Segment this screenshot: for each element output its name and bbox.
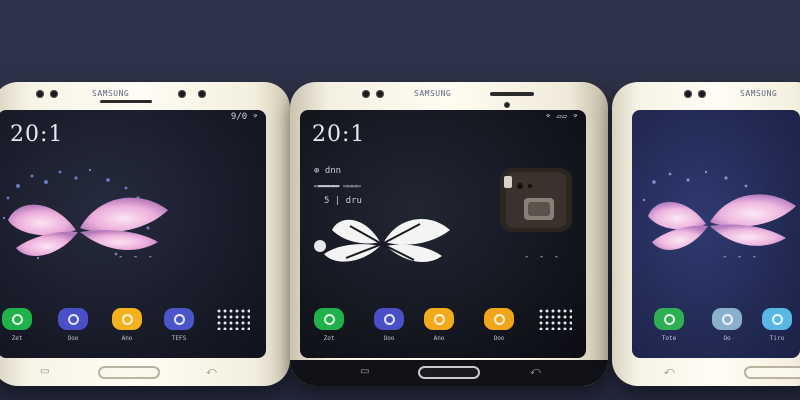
- front-camera-icon: [684, 90, 692, 98]
- camera-app-icon[interactable]: [484, 308, 514, 330]
- front-camera-icon: [362, 90, 370, 98]
- earpiece: [490, 92, 534, 96]
- info-line: ▭▬▬▬▬▬ ▭▭▭▭: [314, 182, 361, 190]
- apps-grid-icon[interactable]: [216, 308, 250, 330]
- messages-app-icon[interactable]: [424, 308, 454, 330]
- back-icon[interactable]: ⤺: [664, 366, 675, 377]
- app-label: TEFS: [171, 335, 187, 342]
- lock-clock: 20:1: [312, 122, 366, 147]
- phone-app-icon[interactable]: [314, 308, 344, 330]
- contacts-app-icon[interactable]: [374, 308, 404, 330]
- app-label: Tote: [661, 335, 677, 342]
- home-button[interactable]: [98, 366, 160, 379]
- sensor-icon: [50, 90, 58, 98]
- earpiece: [100, 100, 152, 103]
- flower-wallpaper-icon: [314, 218, 450, 262]
- status-bar: ⌔ ▱▱ ⌔: [545, 112, 578, 122]
- app-label: Ooo: [67, 335, 79, 342]
- brand-label: SAMSUNG: [92, 89, 130, 98]
- page-indicator: - - -: [524, 252, 562, 262]
- phone-right-screen: - - - Tote Oo Tiro: [632, 110, 800, 358]
- phone-right: SAMSUNG - - - Tote Oo Tiro ⤺: [612, 82, 800, 386]
- weather-line: 5 | dru: [324, 196, 362, 206]
- front-camera-icon: [198, 90, 206, 98]
- brand-label: SAMSUNG: [740, 89, 778, 98]
- apps-grid-icon[interactable]: [538, 308, 572, 330]
- back-icon[interactable]: ⤺: [206, 366, 217, 377]
- phone-center: SAMSUNG ⌔ ▱▱ ⌔ 20:1 ⊕ dnn ▭▬▬▬▬▬ ▭▭▭▭ 5 …: [290, 82, 608, 386]
- page-indicator: - - -: [722, 252, 760, 262]
- page-indicator: - - -: [118, 252, 156, 262]
- date-line: ⊕ dnn: [314, 166, 342, 176]
- flower-wallpaper-icon: [642, 170, 796, 250]
- app-label: Tiro: [769, 335, 785, 342]
- home-button[interactable]: [418, 366, 480, 379]
- home-button[interactable]: [744, 366, 800, 379]
- flower-wallpaper-icon: [2, 168, 168, 260]
- phone-left-screen: 9/0 ⌔ 20:1 - - - Zet Ooo Ano TEFS: [0, 110, 266, 358]
- recent-apps-icon[interactable]: ▭: [360, 366, 369, 377]
- contacts-app-icon[interactable]: [712, 308, 742, 330]
- phone-app-icon[interactable]: [654, 308, 684, 330]
- accessory-case-icon: [500, 168, 572, 232]
- proximity-sensor-icon: [178, 90, 186, 98]
- app-label: Oo: [723, 335, 731, 342]
- status-bar: 9/0 ⌔: [230, 112, 258, 122]
- sensor-icon: [376, 90, 384, 98]
- phone-center-screen: ⌔ ▱▱ ⌔ 20:1 ⊕ dnn ▭▬▬▬▬▬ ▭▭▭▭ 5 | dru - …: [300, 110, 586, 358]
- app-label: Zot: [323, 335, 335, 342]
- contacts-app-icon[interactable]: [58, 308, 88, 330]
- back-icon[interactable]: ⤺: [530, 366, 541, 377]
- app-label: Zet: [11, 335, 23, 342]
- recent-apps-icon[interactable]: ▭: [40, 366, 49, 377]
- app-label: Ooo: [383, 335, 395, 342]
- app-label: Ooo: [493, 335, 505, 342]
- product-scene: SAMSUNG 9/0 ⌔ 20:1 - - - Zet Ooo Ano TEF…: [0, 0, 800, 400]
- internet-app-icon[interactable]: [164, 308, 194, 330]
- lock-clock: 20:1: [10, 122, 64, 147]
- app-dock: Zot Ooo Ano Ooo: [300, 308, 586, 348]
- phone-app-icon[interactable]: [2, 308, 32, 330]
- app-label: Ano: [433, 335, 445, 342]
- brand-label: SAMSUNG: [414, 89, 452, 98]
- app-dock: Zet Ooo Ano TEFS: [0, 308, 266, 348]
- app-label: Ano: [121, 335, 133, 342]
- messages-app-icon[interactable]: [762, 308, 792, 330]
- sensor-icon: [698, 90, 706, 98]
- sensor-icon: [504, 102, 510, 108]
- app-dock: Tote Oo Tiro: [632, 308, 800, 348]
- messages-app-icon[interactable]: [112, 308, 142, 330]
- front-camera-icon: [36, 90, 44, 98]
- phone-left: SAMSUNG 9/0 ⌔ 20:1 - - - Zet Ooo Ano TEF…: [0, 82, 290, 386]
